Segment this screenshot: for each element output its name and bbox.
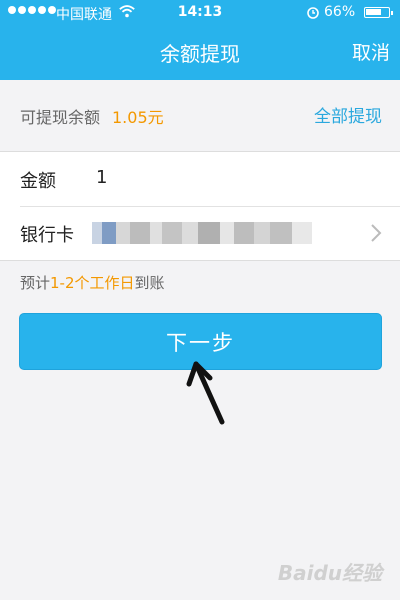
amount-label: 金额 bbox=[20, 171, 56, 192]
card-number-blurred bbox=[92, 222, 322, 244]
battery-icon bbox=[364, 7, 393, 18]
eta-highlight: 1-2个工作日 bbox=[50, 274, 135, 292]
amount-row[interactable]: 金额 1 bbox=[0, 152, 400, 206]
alarm-icon bbox=[307, 7, 319, 19]
balance-row: 可提现余额 1.05元 全部提现 bbox=[0, 80, 400, 150]
balance-label: 可提现余额 bbox=[20, 108, 101, 127]
header-bar: 中国联通 14:13 66% 余额提现 取消 bbox=[0, 0, 400, 80]
balance-amount: 1.05元 bbox=[112, 108, 164, 127]
eta-prefix: 预计 bbox=[20, 274, 51, 292]
cancel-button[interactable]: 取消 bbox=[352, 38, 390, 65]
eta-suffix: 到账 bbox=[134, 274, 165, 292]
status-bar: 中国联通 14:13 66% bbox=[0, 0, 400, 28]
bank-card-label: 银行卡 bbox=[20, 225, 74, 246]
withdraw-form: 金额 1 银行卡 bbox=[0, 151, 400, 261]
battery-percent: 66% bbox=[324, 4, 356, 20]
arrival-estimate: 预计1-2个工作日到账 bbox=[20, 272, 165, 293]
baidu-watermark: Baidu经验 bbox=[277, 561, 382, 585]
page-title: 余额提现 bbox=[160, 42, 240, 66]
amount-input[interactable]: 1 bbox=[96, 167, 107, 188]
pointer-arrow-icon bbox=[186, 361, 225, 425]
withdraw-all-button[interactable]: 全部提现 bbox=[314, 102, 382, 127]
chevron-right-icon bbox=[371, 224, 382, 242]
bank-card-row[interactable]: 银行卡 bbox=[0, 206, 400, 260]
